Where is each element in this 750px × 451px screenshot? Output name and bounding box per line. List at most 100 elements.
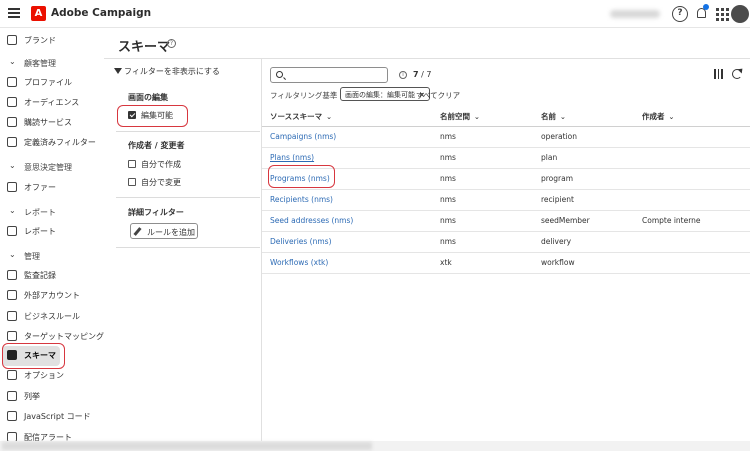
chevron-down-icon: ⌄ [9,57,16,66]
name-cell: delivery [533,231,634,253]
funnel-icon [114,68,122,74]
name-cell: program [533,168,634,190]
sidebar-item-subscriptions[interactable]: 購読サービス [0,112,104,132]
sidebar-item-reports[interactable]: レポート [0,221,104,241]
sidebar-item-schemas[interactable]: スキーマ [0,345,104,366]
author-cell [634,231,750,253]
enumeration-icon [7,391,17,401]
hide-filters-button[interactable]: フィルターを非表示にする [124,66,220,77]
info-icon[interactable]: i [399,71,407,79]
sidebar-item-audit-trail[interactable]: 監査記録 [0,265,104,285]
link-text: Programs (nms) [270,174,330,183]
audience-icon [7,97,17,107]
add-rule-button[interactable]: ルールを追加 [130,223,198,239]
divider [116,197,260,198]
info-icon[interactable]: ? [167,39,176,48]
column-header-author[interactable]: 作成者 ⌄ [634,108,750,127]
help-icon[interactable]: ? [672,6,688,22]
sidebar-item-label: 購読サービス [24,118,72,127]
sidebar-section-administration[interactable]: ⌄ 管理 [0,247,104,265]
column-settings-icon[interactable] [714,69,723,79]
refresh-icon[interactable] [732,69,742,79]
sidebar-item-offers[interactable]: オファー [0,177,104,197]
link-text: Plans (nms) [270,153,315,162]
profile-icon [7,77,17,87]
sidebar-section-reports[interactable]: ⌄ レポート [0,203,104,221]
checkbox-icon[interactable] [128,160,136,168]
column-header-namespace[interactable]: 名前空間 ⌄ [432,108,533,127]
adobe-logo-icon: A [31,6,46,21]
sidebar: ブランド ⌄ 顧客管理 プロファイル オーディエンス 購読サービス 定義済みフィ… [0,28,104,451]
sidebar-item-javascript-codes[interactable]: JavaScript コード [0,406,104,426]
org-name-blurred[interactable] [610,10,660,18]
sidebar-item-enumerations[interactable]: 列挙 [0,386,104,406]
sidebar-item-label: レポート [24,227,56,236]
sidebar-section-label: 顧客管理 [24,59,56,68]
editable-checkbox[interactable]: 編集可能 [128,110,173,121]
source-schema-link[interactable]: Recipients (nms) [262,189,432,211]
avatar[interactable] [731,5,749,23]
app-grid-icon[interactable] [714,6,730,22]
created-by-me-checkbox[interactable]: 自分で作成 [128,159,181,170]
sidebar-item-target-mappings[interactable]: ターゲットマッピング [0,326,104,346]
table-row[interactable]: Plans (nms) nms plan [262,147,750,169]
author-cell [634,126,750,148]
clear-all-button[interactable]: すべてクリア [416,90,460,101]
namespace-cell: xtk [432,252,533,274]
name-cell: workflow [533,252,634,274]
sidebar-item-brand[interactable]: ブランド [0,30,104,50]
top-bar: A Adobe Campaign ? [0,0,750,28]
sidebar-section-label: レポート [24,208,56,217]
checkbox-checked-icon[interactable] [128,111,136,119]
sidebar-section-customer[interactable]: ⌄ 顧客管理 [0,54,104,72]
sidebar-item-predefined-filters[interactable]: 定義済みフィルター [0,132,104,152]
target-mapping-icon [7,331,17,341]
sidebar-section-label: 意思決定管理 [24,163,72,172]
source-schema-link[interactable]: Workflows (xtk) [262,252,432,274]
source-schema-link[interactable]: Campaigns (nms) [262,126,432,148]
sidebar-item-audiences[interactable]: オーディエンス [0,92,104,112]
source-schema-link[interactable]: Programs (nms) [262,168,432,190]
sidebar-section-decisioning[interactable]: ⌄ 意思決定管理 [0,158,104,176]
table-row[interactable]: Seed addresses (nms) nms seedMember Comp… [262,210,750,232]
table-header-row: ソーススキーマ ⌄ 名前空間 ⌄ 名前 ⌄ 作成者 ⌄ [262,108,750,127]
column-header-source[interactable]: ソーススキーマ ⌄ [262,108,432,127]
table-row[interactable]: Programs (nms) nms program [262,168,750,190]
name-cell: plan [533,147,634,169]
column-header-label: 名前 [541,112,556,122]
subscription-icon [7,117,17,127]
schema-table: ソーススキーマ ⌄ 名前空間 ⌄ 名前 ⌄ 作成者 ⌄ Campaigns (nms) … [262,108,750,274]
chevron-down-icon: ⌄ [474,113,480,122]
schema-icon [7,350,17,360]
filter-icon [7,137,17,147]
checkbox-icon[interactable] [128,178,136,186]
sidebar-item-profiles[interactable]: プロファイル [0,72,104,92]
table-row[interactable]: Campaigns (nms) nms operation [262,126,750,148]
sidebar-item-options[interactable]: オプション [0,365,104,385]
filter-heading-advanced: 詳細フィルター [128,208,184,217]
table-row[interactable]: Recipients (nms) nms recipient [262,189,750,211]
table-row[interactable]: Workflows (xtk) xtk workflow [262,252,750,274]
sidebar-item-external-accounts[interactable]: 外部アカウント [0,285,104,305]
search-input[interactable] [270,67,388,83]
table-row[interactable]: Deliveries (nms) nms delivery [262,231,750,253]
add-rule-label: ルールを追加 [147,228,195,237]
sidebar-item-label: 列挙 [24,392,40,401]
hamburger-icon[interactable] [8,8,20,18]
sidebar-item-label: オーディエンス [24,98,80,107]
sidebar-item-label: ビジネスルール [24,312,80,321]
chevron-down-icon: ⌄ [9,206,16,215]
source-schema-link[interactable]: Seed addresses (nms) [262,210,432,232]
namespace-cell: nms [432,231,533,253]
column-header-name[interactable]: 名前 ⌄ [533,108,634,127]
link-text: Workflows (xtk) [270,258,329,267]
modified-by-me-checkbox[interactable]: 自分で変更 [128,177,181,188]
source-schema-link[interactable]: Plans (nms) [262,147,432,169]
product-name: Adobe Campaign [51,7,152,19]
sidebar-item-business-rules[interactable]: ビジネスルール [0,306,104,326]
name-cell: recipient [533,189,634,211]
offer-icon [7,182,17,192]
sidebar-item-label: オプション [24,371,64,380]
name-cell: seedMember [533,210,634,232]
source-schema-link[interactable]: Deliveries (nms) [262,231,432,253]
